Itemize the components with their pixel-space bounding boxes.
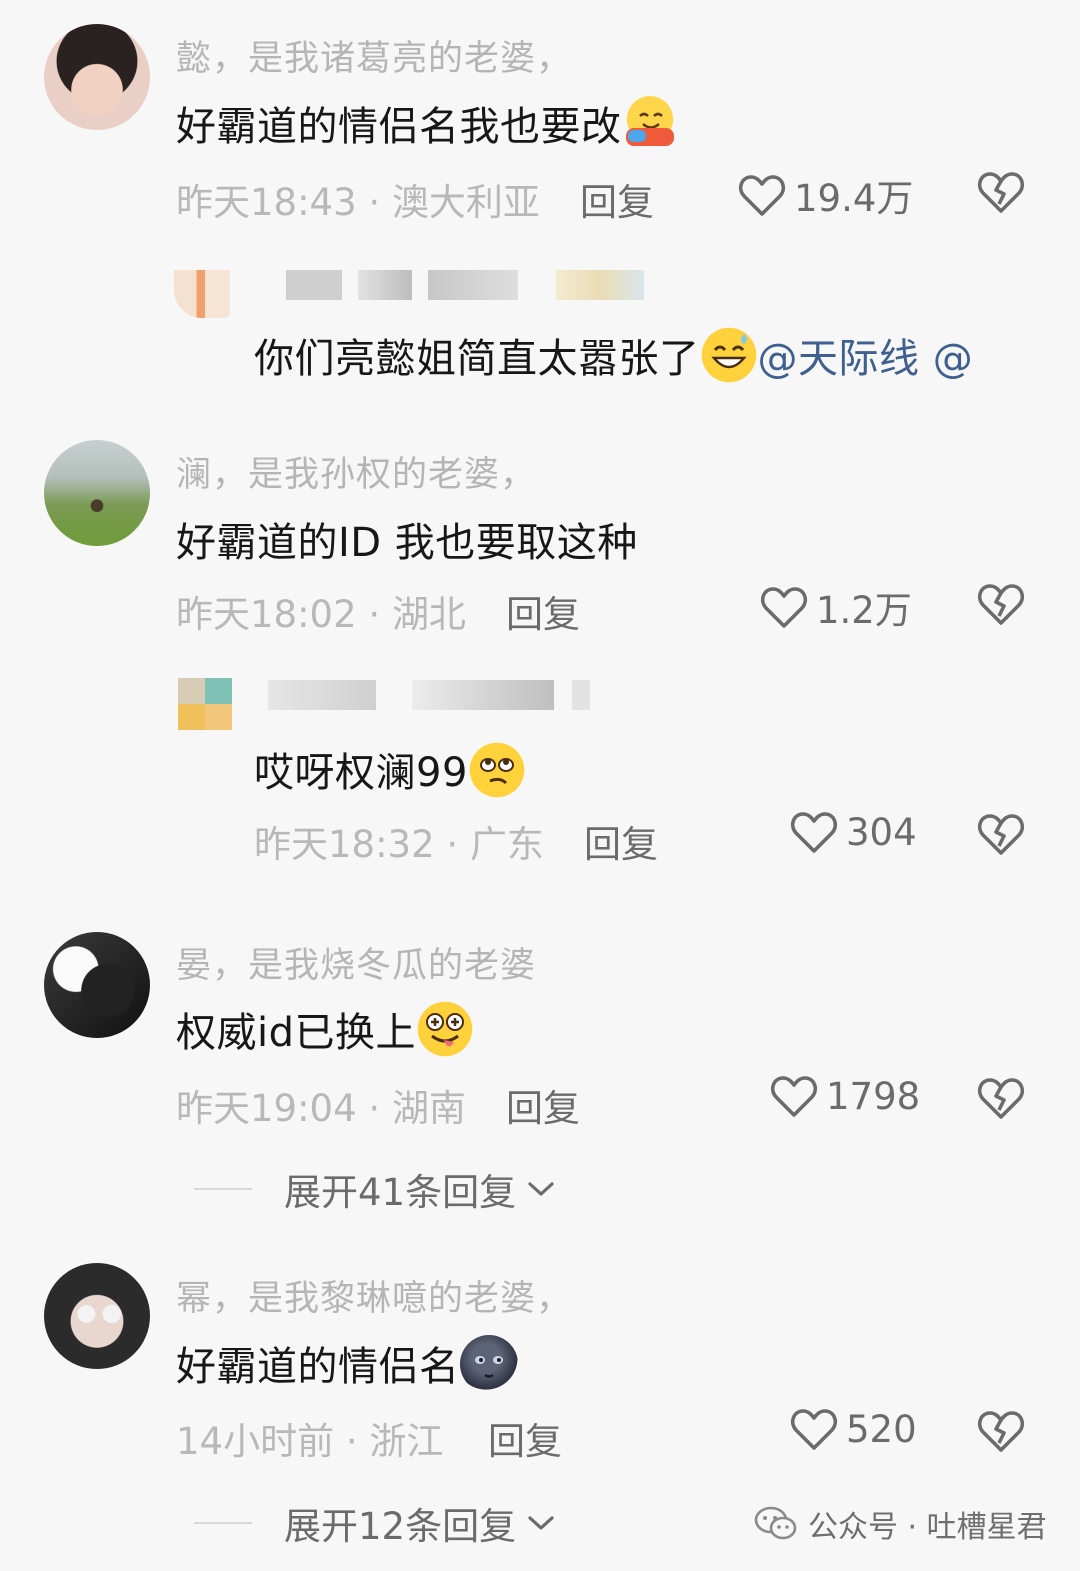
comment-time: 昨天18:02 xyxy=(176,593,357,636)
like-count: 19.4万 xyxy=(794,177,914,220)
broken-heart-icon[interactable] xyxy=(977,1076,1025,1120)
grinning-sweat-icon xyxy=(699,326,758,384)
separator: · xyxy=(345,1420,358,1463)
comment-text-content: 好霸道的情侣名我也要改 xyxy=(176,104,622,150)
broken-heart-icon[interactable] xyxy=(977,170,1025,214)
reply-button[interactable]: 回复 xyxy=(488,1411,562,1465)
comment-text: 好霸道的情侣名 xyxy=(176,1334,518,1393)
like-button[interactable]: 19.4万 xyxy=(738,168,913,222)
like-count: 1.2万 xyxy=(816,589,912,632)
blurred-username xyxy=(428,270,518,300)
like-count: 1798 xyxy=(826,1074,921,1118)
comment-author[interactable]: 幂，是我黎琳噫的老婆， xyxy=(176,1270,572,1321)
hugging-face-icon xyxy=(621,94,678,150)
comment-time: 昨天18:43 xyxy=(176,181,357,224)
comment-text-content: 权威id已换上 xyxy=(176,1010,417,1056)
like-button[interactable]: 1.2万 xyxy=(760,580,912,634)
reply-avatar[interactable] xyxy=(174,270,230,318)
comment-location: 湖北 xyxy=(391,593,466,636)
like-count: 304 xyxy=(846,810,917,854)
reply-meta: 昨天18:32 · 广东 xyxy=(254,814,544,868)
reply-text: 你们亮懿姐简直太嚣张了 @天际线 @ xyxy=(254,326,973,384)
comment-time: 昨天19:04 xyxy=(176,1087,357,1130)
blurred-username xyxy=(358,270,412,300)
comment-meta: 14小时前 · 浙江 xyxy=(176,1411,443,1465)
expand-replies-label: 展开41条回复 xyxy=(284,1171,517,1214)
comment-location: 湖南 xyxy=(391,1087,466,1130)
broken-heart-icon[interactable] xyxy=(977,582,1025,626)
comment-author[interactable]: 晏，是我烧冬瓜的老婆 xyxy=(176,937,536,988)
separator: · xyxy=(368,181,381,224)
comment-meta: 昨天18:43 · 澳大利亚 xyxy=(176,172,540,226)
heart-icon xyxy=(790,812,838,853)
separator: · xyxy=(446,823,459,866)
wechat-icon xyxy=(754,1506,797,1540)
like-button[interactable]: 520 xyxy=(790,1407,917,1451)
avatar[interactable] xyxy=(44,24,150,130)
blurred-username xyxy=(286,270,342,300)
reply-text-content: 你们亮懿姐简直太嚣张了 xyxy=(254,336,700,382)
expand-replies-button[interactable]: 展开41条回复 xyxy=(194,1162,556,1216)
reply-button[interactable]: 回复 xyxy=(584,814,658,868)
blurred-username xyxy=(268,680,376,710)
comment-text-content: 好霸道的情侣名 xyxy=(176,1344,460,1390)
like-button[interactable]: 304 xyxy=(790,810,917,854)
like-button[interactable]: 1798 xyxy=(770,1074,920,1118)
reply-text-content: 哎呀权澜99 xyxy=(254,750,468,796)
reply-button[interactable]: 回复 xyxy=(506,1078,580,1132)
watermark-text: 公众号 · 吐槽星君 xyxy=(808,1510,1047,1545)
chevron-down-icon xyxy=(528,1516,554,1530)
heart-icon xyxy=(760,587,808,628)
zany-face-icon xyxy=(416,1000,475,1058)
reply-time: 昨天18:32 xyxy=(254,823,435,866)
comment-time: 14小时前 xyxy=(176,1420,335,1463)
like-count: 520 xyxy=(846,1407,917,1451)
comment-text: 权威id已换上 xyxy=(176,1000,475,1058)
heart-icon xyxy=(790,1409,838,1450)
blurred-username xyxy=(572,680,590,710)
avatar[interactable] xyxy=(44,440,150,546)
heart-icon xyxy=(770,1076,818,1117)
expand-replies-label: 展开12条回复 xyxy=(284,1505,517,1548)
eye-roll-icon xyxy=(467,741,526,799)
broken-heart-icon[interactable] xyxy=(977,1409,1025,1453)
comment-location: 浙江 xyxy=(369,1420,444,1463)
reply-button[interactable]: 回复 xyxy=(506,584,580,638)
expand-replies-button[interactable]: 展开12条回复 xyxy=(194,1496,556,1550)
comment-author[interactable]: 懿，是我诸葛亮的老婆， xyxy=(176,30,572,81)
watermark: 公众号 · 吐槽星君 xyxy=(754,1502,1047,1546)
separator: · xyxy=(368,1087,381,1130)
reply-button[interactable]: 回复 xyxy=(580,172,654,226)
broken-heart-icon[interactable] xyxy=(977,812,1025,856)
reply-avatar[interactable] xyxy=(178,678,232,730)
comment-location: 澳大利亚 xyxy=(391,181,540,224)
mention-link[interactable]: @天际线 @ xyxy=(758,336,974,382)
reply-location: 广东 xyxy=(469,823,544,866)
avatar[interactable] xyxy=(44,932,150,1038)
comment-author[interactable]: 澜，是我孙权的老婆， xyxy=(176,446,536,497)
comment-meta: 昨天19:04 · 湖南 xyxy=(176,1078,466,1132)
chevron-down-icon xyxy=(528,1182,554,1196)
separator: · xyxy=(368,593,381,636)
blurred-username xyxy=(412,680,554,710)
new-moon-face-icon xyxy=(459,1335,518,1393)
avatar[interactable] xyxy=(44,1263,150,1369)
comment-text: 好霸道的情侣名我也要改 xyxy=(176,94,678,152)
reply-text: 哎呀权澜99 xyxy=(254,740,526,799)
divider-line xyxy=(194,1522,252,1524)
heart-icon xyxy=(738,175,786,216)
comment-meta: 昨天18:02 · 湖北 xyxy=(176,584,466,638)
divider-line xyxy=(194,1188,252,1190)
comment-text: 好霸道的ID 我也要取这种 xyxy=(176,520,638,566)
blurred-username xyxy=(556,270,644,300)
